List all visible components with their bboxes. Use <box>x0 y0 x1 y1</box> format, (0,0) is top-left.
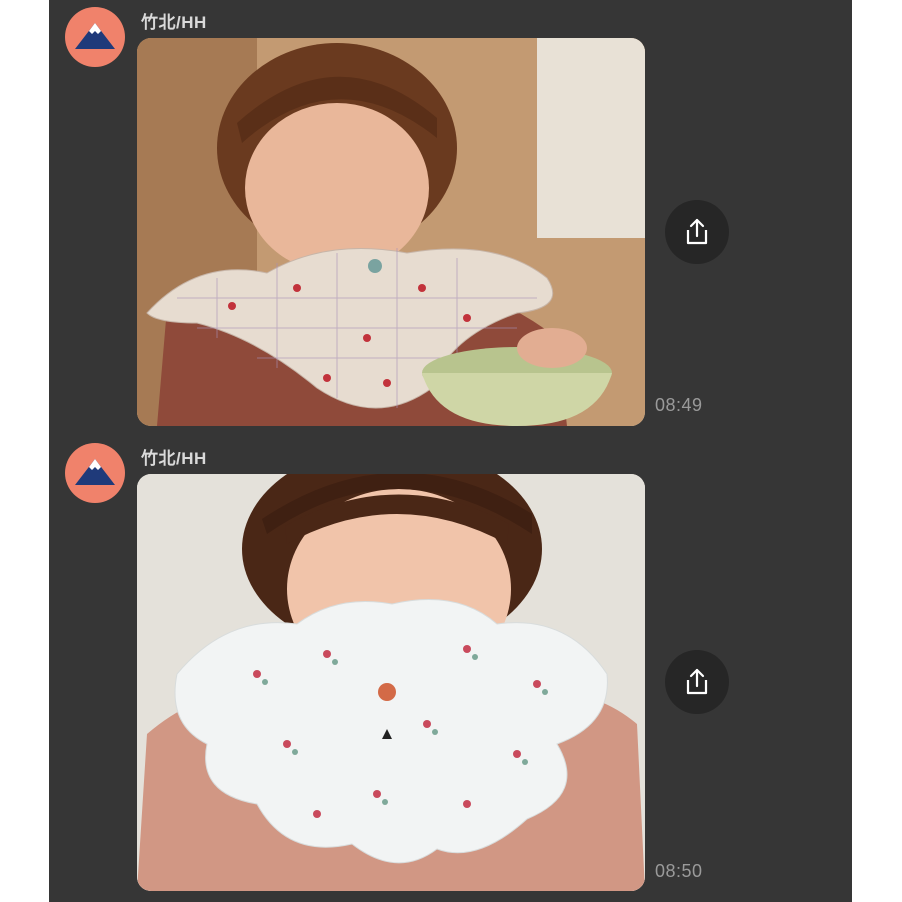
share-icon <box>686 218 708 245</box>
share-icon <box>686 668 708 695</box>
photo-toddler-floral-bib <box>137 474 645 891</box>
avatar[interactable] <box>65 7 125 67</box>
mountain-icon <box>75 23 115 49</box>
chat-window: 竹北/HH 08:49 竹北/HH 08:50 <box>49 0 852 902</box>
message-image[interactable] <box>137 474 645 891</box>
message-time: 08:49 <box>655 395 703 415</box>
sender-name: 竹北/HH <box>141 449 207 468</box>
photo-toddler-plaid-bib <box>137 38 645 426</box>
avatar[interactable] <box>65 443 125 503</box>
sender-name: 竹北/HH <box>141 13 207 32</box>
chat-message: 竹北/HH <box>49 436 852 902</box>
share-button[interactable] <box>665 650 729 714</box>
share-button[interactable] <box>665 200 729 264</box>
chat-message: 竹北/HH <box>49 0 852 436</box>
message-image[interactable] <box>137 38 645 426</box>
mountain-icon <box>75 459 115 485</box>
message-time: 08:50 <box>655 861 703 881</box>
